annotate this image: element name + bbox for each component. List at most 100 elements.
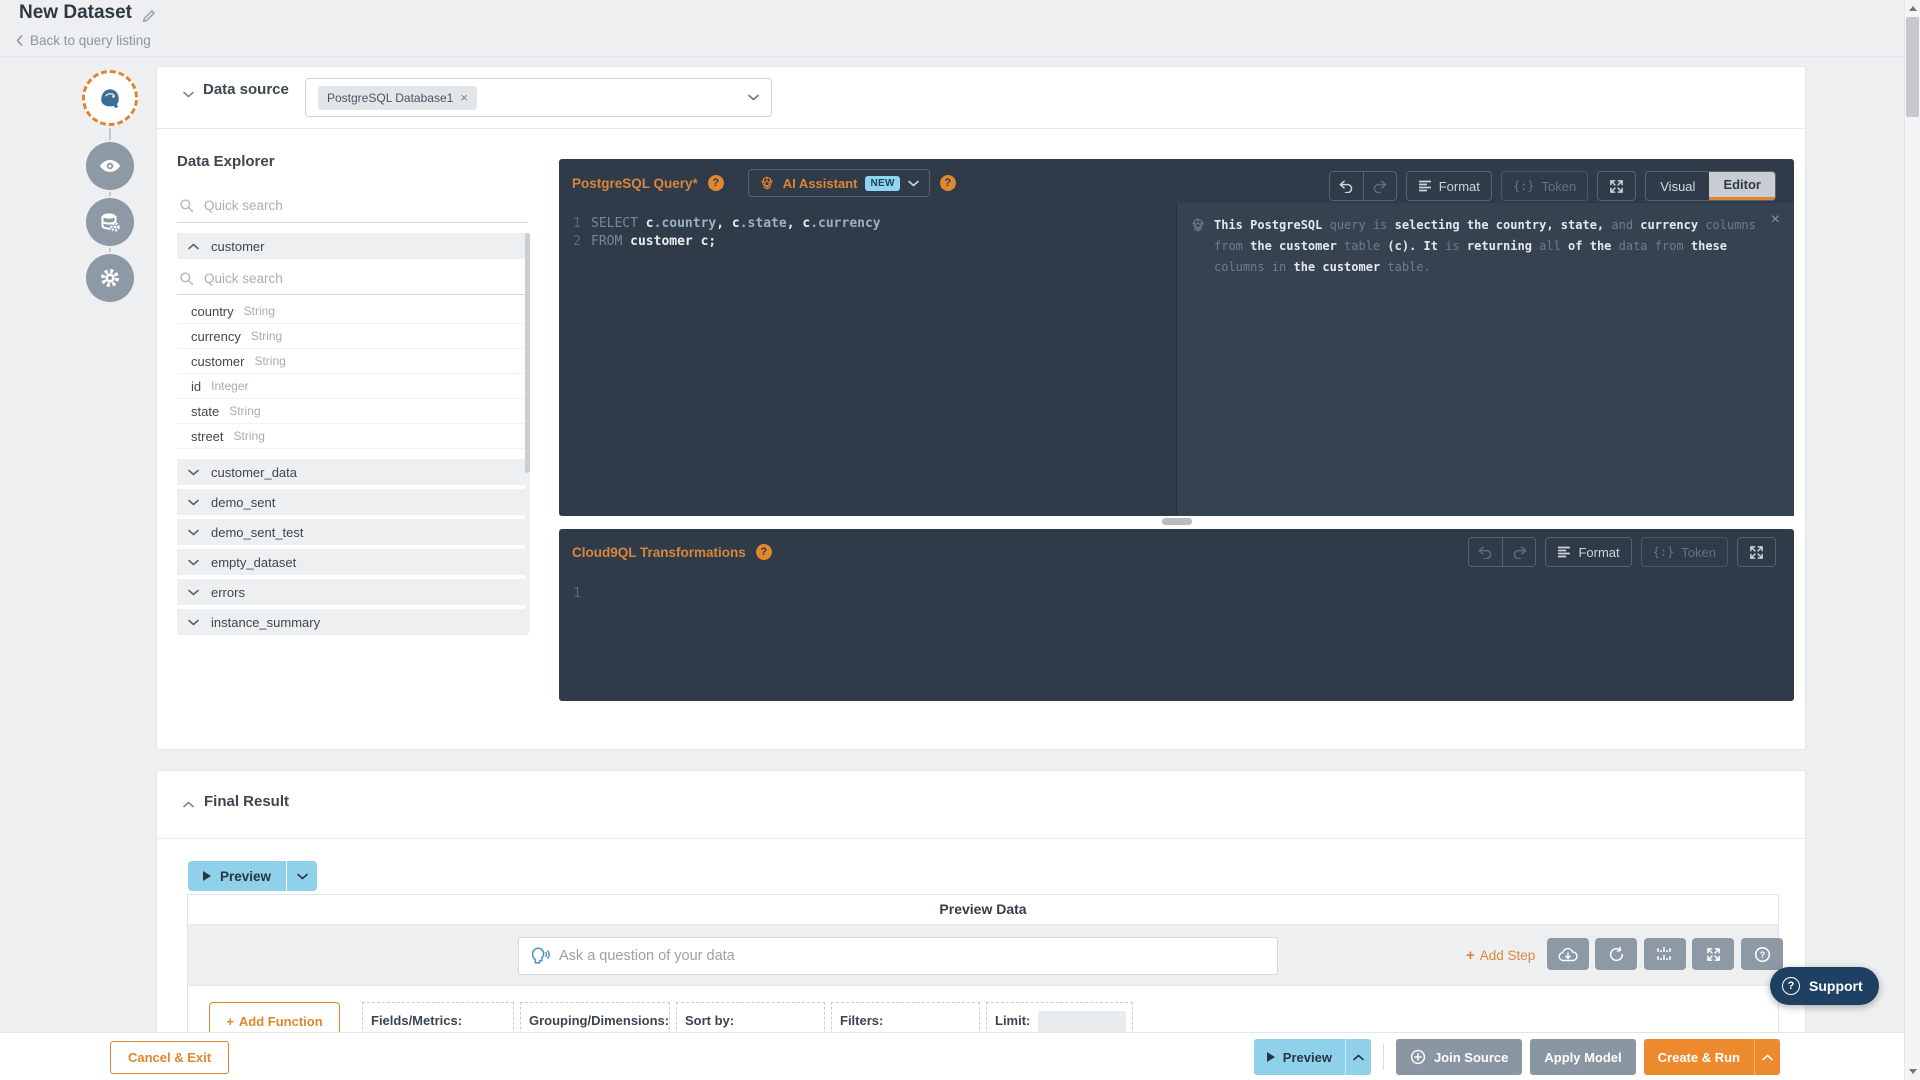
- create-run-button[interactable]: Create & Run: [1643, 1039, 1780, 1075]
- cancel-exit-button[interactable]: Cancel & Exit: [110, 1041, 230, 1074]
- column-row[interactable]: id Integer: [177, 374, 528, 399]
- step-preview[interactable]: [86, 142, 134, 190]
- token-button[interactable]: {:} Token: [1640, 537, 1728, 567]
- close-icon[interactable]: ×: [1771, 211, 1780, 229]
- remove-chip-icon[interactable]: ×: [460, 90, 468, 105]
- quick-search-input[interactable]: [204, 198, 484, 213]
- sql-code-editor[interactable]: 1 SELECT c.country, c.state, c.currency 2 F…: [559, 203, 1176, 516]
- column-row[interactable]: customer String: [177, 349, 528, 374]
- table-name: instance_summary: [211, 614, 321, 630]
- plus-circle-icon: [1410, 1049, 1426, 1065]
- ask-question-input[interactable]: [559, 948, 1267, 964]
- chevron-left-icon: [16, 35, 23, 46]
- help-button[interactable]: ?: [1741, 938, 1783, 970]
- column-row[interactable]: street String: [177, 424, 528, 449]
- fullscreen-button[interactable]: [1737, 537, 1776, 567]
- undo-button[interactable]: [1469, 538, 1502, 566]
- ask-question-box[interactable]: [518, 937, 1278, 975]
- table-name: demo_sent_test: [211, 524, 304, 540]
- cloud-download-icon: [1557, 946, 1579, 963]
- format-button[interactable]: Format: [1405, 171, 1492, 201]
- table-item-empty_dataset[interactable]: empty_dataset: [177, 549, 528, 575]
- table-item-customer_data[interactable]: customer_data: [177, 459, 528, 485]
- table-item-demo_sent[interactable]: demo_sent: [177, 489, 528, 515]
- redo-button[interactable]: [1362, 172, 1396, 200]
- column-row[interactable]: currency String: [177, 324, 528, 349]
- help-icon[interactable]: ?: [707, 175, 724, 191]
- tab-visual[interactable]: Visual: [1646, 172, 1709, 200]
- step-datasource[interactable]: [82, 70, 138, 126]
- table-item-instance_summary[interactable]: instance_summary: [177, 609, 528, 635]
- line-number: 1: [573, 216, 581, 231]
- preview-split-button[interactable]: Preview: [188, 861, 318, 891]
- chevron-down-icon[interactable]: [748, 94, 759, 101]
- step-data-settings[interactable]: [86, 198, 134, 246]
- slot-label: Limit:: [995, 1013, 1031, 1028]
- tab-editor[interactable]: Editor: [1709, 172, 1775, 200]
- chevron-up-icon[interactable]: [1755, 1054, 1780, 1061]
- slot-label: Fields/Metrics:: [371, 1013, 463, 1028]
- footer-preview-button[interactable]: Preview: [1253, 1039, 1371, 1075]
- column-row[interactable]: state String: [177, 399, 528, 424]
- redo-button[interactable]: [1502, 538, 1535, 566]
- quick-search[interactable]: [177, 189, 528, 223]
- token-button[interactable]: {:} Token: [1500, 171, 1589, 201]
- scroll-down-arrow[interactable]: [1905, 1064, 1920, 1079]
- ai-assistant-button[interactable]: AI Assistant NEW: [747, 169, 930, 197]
- column-name: id: [191, 378, 202, 394]
- download-button[interactable]: [1547, 938, 1589, 970]
- explorer-scrollbar[interactable]: [525, 233, 530, 633]
- help-icon[interactable]: ?: [755, 544, 772, 560]
- chevron-down-icon[interactable]: [183, 91, 194, 98]
- column-row[interactable]: country String: [177, 299, 528, 324]
- data-source-chip[interactable]: PostgreSQL Database1 ×: [318, 85, 477, 110]
- preview-data-title: Preview Data: [939, 901, 1027, 917]
- query-panel-title: PostgreSQL Query*: [572, 175, 698, 191]
- panel-resize-handle[interactable]: [1162, 518, 1192, 525]
- join-source-button[interactable]: Join Source: [1395, 1039, 1523, 1075]
- eye-icon: [97, 153, 123, 179]
- scroll-up-arrow[interactable]: [1905, 1, 1920, 16]
- column-search-input[interactable]: [204, 271, 484, 286]
- page-scrollbar[interactable]: [1904, 0, 1920, 1080]
- refresh-button[interactable]: [1595, 938, 1637, 970]
- undo-button[interactable]: [1330, 172, 1363, 200]
- database-gear-icon: [98, 210, 122, 234]
- table-item-demo_sent_test[interactable]: demo_sent_test: [177, 519, 528, 545]
- column-name: customer: [191, 353, 245, 369]
- help-icon[interactable]: ?: [939, 175, 956, 191]
- format-lines-icon: [1418, 180, 1432, 192]
- scrollbar-thumb[interactable]: [1906, 17, 1919, 117]
- refresh-icon: [1608, 946, 1625, 963]
- chevron-up-icon[interactable]: [1346, 1054, 1371, 1061]
- back-link[interactable]: Back to query listing: [16, 33, 151, 48]
- apply-model-button[interactable]: Apply Model: [1530, 1039, 1636, 1075]
- chevron-down-icon[interactable]: [287, 861, 318, 891]
- cloud9ql-code-editor[interactable]: 1: [559, 573, 1794, 701]
- quick-search-columns[interactable]: [177, 263, 528, 295]
- divider: [157, 128, 1805, 129]
- scrollbar-thumb[interactable]: [525, 233, 530, 473]
- column-type: String: [254, 354, 286, 368]
- fullscreen-button[interactable]: [1692, 938, 1734, 970]
- new-badge: NEW: [865, 175, 900, 191]
- support-button[interactable]: ? Support: [1770, 967, 1879, 1005]
- help-icon: ?: [1782, 977, 1800, 995]
- openai-logo-icon: [759, 175, 775, 191]
- table-name: customer_data: [211, 464, 297, 480]
- fullscreen-button[interactable]: [1597, 171, 1637, 201]
- step-settings[interactable]: [86, 254, 134, 302]
- column-name: country: [191, 303, 234, 319]
- table-item-customer[interactable]: customer: [177, 233, 528, 259]
- chevron-up-icon[interactable]: [183, 801, 194, 808]
- data-source-select[interactable]: PostgreSQL Database1 ×: [305, 78, 772, 117]
- visualize-button[interactable]: [1644, 938, 1686, 970]
- chevron-down-icon: [188, 559, 199, 566]
- add-step-button[interactable]: + Add Step: [1466, 947, 1535, 964]
- column-name: street: [191, 428, 224, 444]
- slot-label: Filters:: [840, 1013, 884, 1028]
- table-item-errors[interactable]: errors: [177, 579, 528, 605]
- format-button[interactable]: Format: [1545, 537, 1632, 567]
- edit-pencil-icon[interactable]: [142, 8, 158, 24]
- chevron-up-icon: [188, 243, 199, 250]
